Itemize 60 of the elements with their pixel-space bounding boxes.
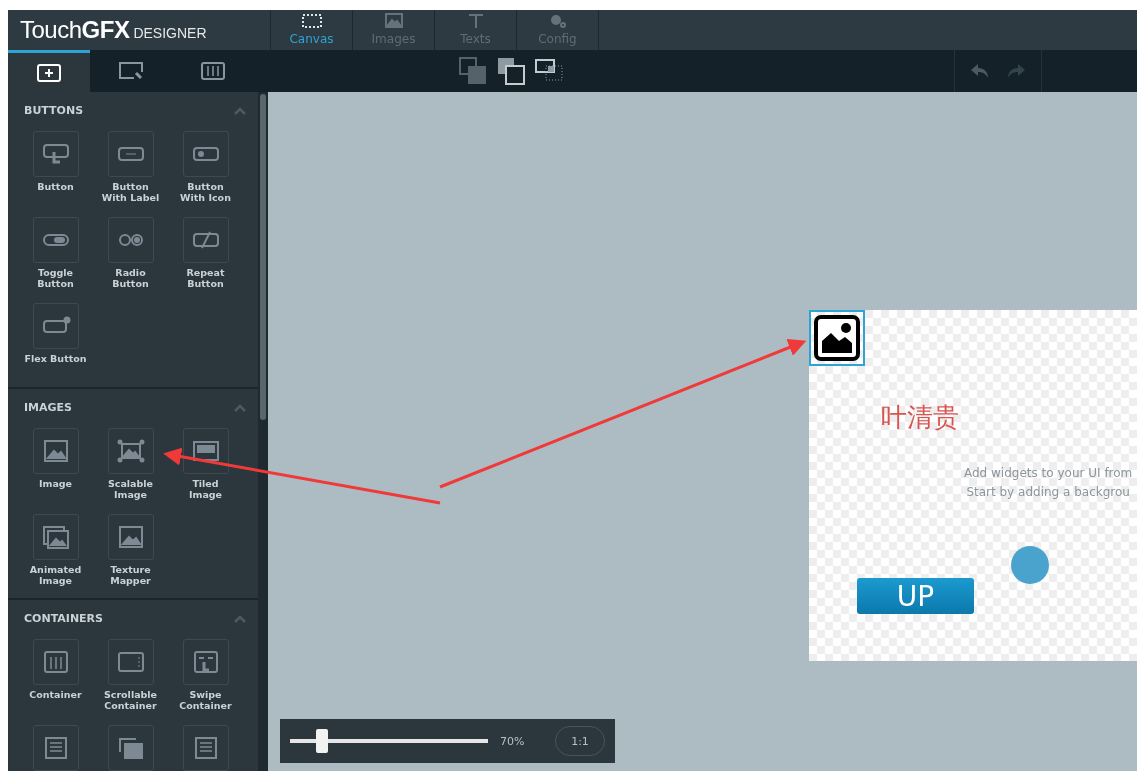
hint-text: Add widgets to your UI from: [964, 466, 1133, 480]
widget-tile[interactable]: [32, 514, 79, 560]
circle-widget[interactable]: [1011, 546, 1049, 584]
widget-label: Button With Icon: [179, 181, 232, 203]
widget-tile[interactable]: [32, 428, 79, 474]
widget-tile[interactable]: [107, 514, 154, 560]
add-icon: [36, 62, 62, 83]
widget-label: Toggle Button: [36, 267, 75, 289]
widget-tile[interactable]: [182, 428, 229, 474]
widget-tile[interactable]: [107, 131, 154, 177]
widget-label: Button: [36, 181, 75, 194]
widget-tile[interactable]: [32, 303, 79, 349]
section-title: BUTTONS: [24, 104, 84, 117]
picture-icon: [40, 525, 71, 549]
widget-label: Scrollable Container: [102, 689, 159, 711]
picture-icon: [190, 439, 221, 463]
widget-label: Texture Mapper: [109, 564, 152, 586]
widget-tile[interactable]: [107, 217, 154, 263]
sliders-icon: [200, 61, 226, 81]
widget-icon: [40, 142, 71, 166]
dotted-frame-icon: [300, 13, 323, 29]
widget-tile[interactable]: [107, 428, 154, 474]
up-button[interactable]: UP: [857, 578, 974, 614]
widget-label: Swipe Container: [178, 689, 233, 711]
widget-icon: [115, 650, 146, 674]
widget-label: Tiled Image: [187, 478, 224, 500]
scrollbar-thumb[interactable]: [260, 94, 266, 420]
section-title: IMAGES: [24, 401, 73, 414]
widget-label: Container: [28, 689, 83, 702]
widget-label: Scalable Image: [106, 478, 155, 500]
undo-icon[interactable]: [969, 62, 991, 80]
widget-tile[interactable]: [182, 131, 229, 177]
send-backward-icon[interactable]: [458, 56, 488, 86]
logo-subtitle: DESIGNER: [133, 25, 207, 41]
image-widget[interactable]: [809, 310, 865, 366]
section-title: CONTAINERS: [24, 612, 103, 625]
widget-tile[interactable]: [182, 217, 229, 263]
widget-label: Animated Image: [28, 564, 83, 586]
name-text[interactable]: 叶清贵: [881, 400, 959, 435]
widget-tile[interactable]: [107, 725, 154, 771]
widget-label: Button With Label: [100, 181, 161, 203]
widget-tile[interactable]: [182, 725, 229, 771]
widget-tile[interactable]: [107, 639, 154, 685]
widget-tile[interactable]: [32, 131, 79, 177]
widget-label: Repeat Button: [185, 267, 226, 289]
sidebar-tab[interactable]: [8, 50, 90, 92]
widget-label: Radio Button: [111, 267, 150, 289]
zoom-percent: 70%: [500, 734, 525, 748]
widget-tile[interactable]: [32, 217, 79, 263]
widget-tile[interactable]: [32, 725, 79, 771]
widget-tile[interactable]: [32, 639, 79, 685]
screen-cursor-icon: [118, 61, 144, 81]
hint-text: Start by adding a backgrou: [966, 485, 1130, 499]
widget-label: Flex Button: [24, 353, 87, 366]
picture-icon: [382, 13, 405, 29]
picture-icon: [115, 439, 146, 463]
logo-text: TouchGFX: [20, 16, 130, 44]
widget-label: Image: [37, 478, 74, 491]
bring-forward-icon[interactable]: [496, 56, 526, 86]
widget-tile[interactable]: [182, 639, 229, 685]
